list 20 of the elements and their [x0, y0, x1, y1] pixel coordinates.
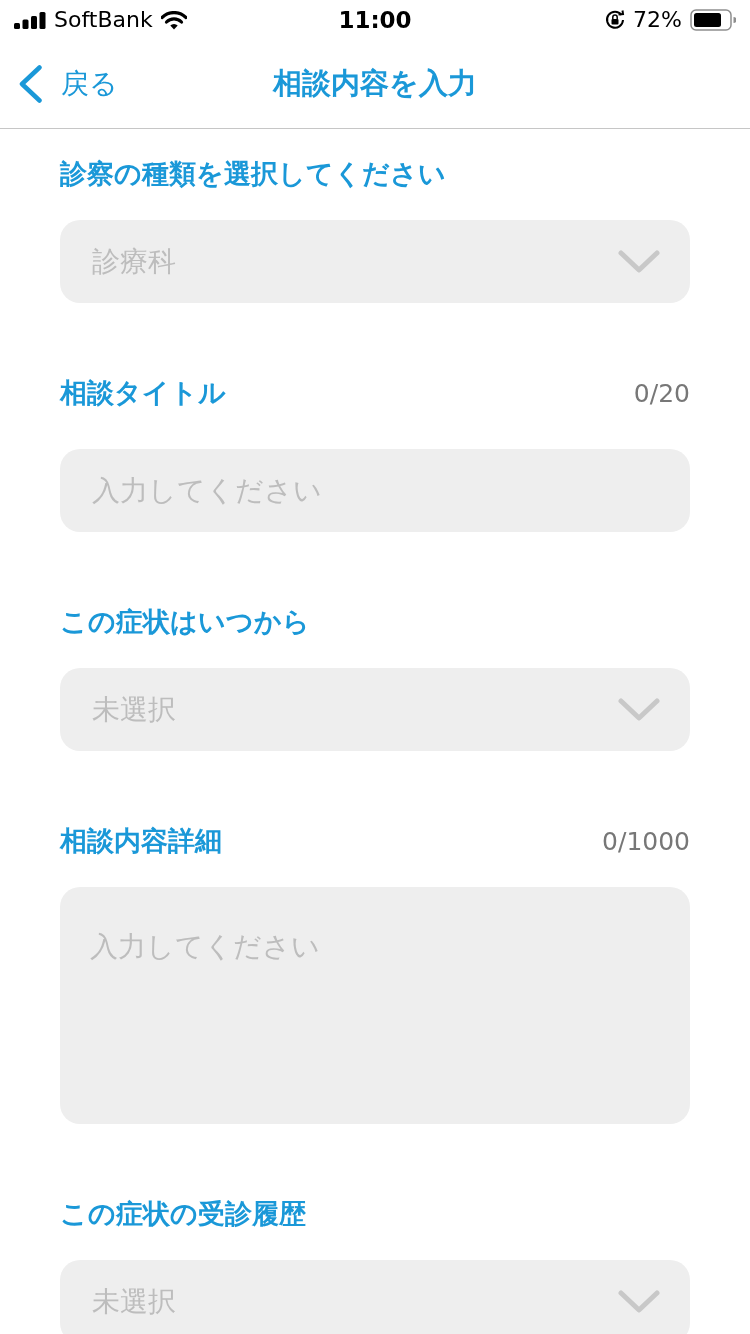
chevron-down-icon	[618, 1289, 660, 1314]
status-time: 11:00	[338, 6, 412, 34]
wifi-icon	[160, 10, 187, 30]
carrier-name: SoftBank	[54, 6, 153, 34]
chevron-left-icon	[18, 65, 43, 103]
field-label: 相談タイトル	[60, 376, 226, 410]
signal-icon	[14, 11, 46, 29]
back-button[interactable]: 戻る	[0, 65, 118, 103]
field-label: この症状はいつから	[60, 605, 310, 639]
character-counter: 0/20	[633, 378, 690, 408]
battery-icon	[690, 9, 736, 31]
chevron-down-icon	[618, 697, 660, 722]
field-label: 相談内容詳細	[60, 824, 222, 858]
chevron-down-icon	[618, 249, 660, 274]
field-label: この症状の受診履歴	[60, 1197, 306, 1231]
battery-percent: 72%	[633, 6, 682, 34]
character-counter: 0/1000	[602, 826, 690, 856]
page-title: 相談内容を入力	[273, 65, 477, 102]
field-label: 診察の種類を選択してください	[60, 157, 446, 191]
rotation-lock-icon	[605, 10, 626, 30]
